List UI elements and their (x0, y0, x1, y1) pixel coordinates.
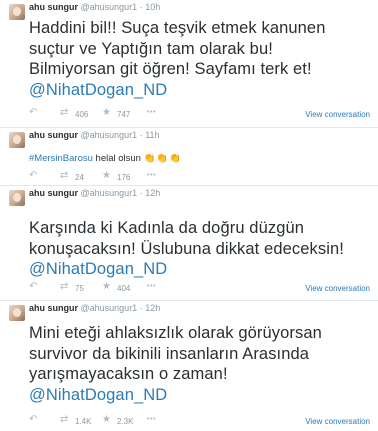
user-name[interactable]: ahu sungur (29, 130, 78, 140)
tweet-header: ahu sungur @ahusungur1 · 12h (29, 188, 160, 198)
user-handle[interactable]: @ahusungur1 (81, 2, 138, 12)
avatar[interactable] (9, 190, 25, 206)
tweet-line: konuşacaksın! Üslubuna dikkat edeceksin! (29, 239, 344, 258)
tweet[interactable]: ahu sungur @ahusungur1 · 12h Karşında ki… (0, 185, 378, 300)
user-handle[interactable]: @ahusungur1 (81, 303, 138, 313)
more-button[interactable] (146, 282, 156, 293)
view-conversation-link[interactable]: View conversation (305, 417, 370, 426)
tweet-line: Karşında ki Kadınla da doğru düzgün (29, 219, 305, 237)
retweet-icon (60, 107, 70, 119)
reply-icon (29, 170, 39, 182)
reply-button[interactable] (29, 107, 39, 119)
tweet-time[interactable]: · 11h (140, 130, 160, 140)
tweet-text: Mini eteği ahlaksızlık olarak görüyorsan… (29, 323, 374, 405)
reply-icon (29, 107, 39, 119)
favorite-count: 747 (117, 110, 131, 119)
more-icon (146, 415, 156, 426)
mention-link[interactable]: @NihatDogan_ND (29, 259, 374, 280)
tweet-line: Mini eteği ahlaksızlık olarak görüyorsan (29, 324, 322, 342)
tweet-header: ahu sungur @ahusungur1 · 11h (29, 130, 160, 140)
more-button[interactable] (146, 171, 156, 182)
tweet[interactable]: ahu sungur @ahusungur1 · 12h Mini eteği … (0, 300, 378, 431)
tweet-time[interactable]: · 12h (140, 303, 161, 313)
user-handle[interactable]: @ahusungur1 (81, 130, 138, 140)
avatar[interactable] (9, 4, 25, 20)
reply-button[interactable] (29, 414, 39, 426)
retweet-count: 24 (75, 173, 84, 182)
retweet-button[interactable]: 24 (60, 170, 84, 182)
retweet-icon (60, 170, 70, 182)
more-icon (146, 171, 156, 182)
tweet-header: ahu sungur @ahusungur1 · 12h (29, 303, 160, 313)
avatar[interactable] (9, 305, 25, 321)
tweet-text: #MersinBarosu helal olsun 👏👏👏 (29, 153, 374, 165)
star-icon (102, 170, 112, 182)
more-icon (146, 108, 156, 119)
retweet-count: 406 (75, 110, 89, 119)
tweet-line: survivor da bikinili insanların Arasında (29, 344, 310, 363)
retweet-button[interactable]: 406 (60, 107, 89, 119)
tweet-line: suçtur ve Yaptığın tam olarak bu! (29, 39, 273, 58)
retweet-icon (60, 414, 70, 426)
avatar[interactable] (9, 132, 25, 148)
favorite-count: 404 (117, 284, 131, 293)
tweet-line: Haddini bil!! Suça teşvik etmek kanunen (29, 19, 326, 37)
reply-icon (29, 281, 39, 293)
star-icon (102, 414, 112, 426)
retweet-button[interactable]: 75 (60, 281, 84, 293)
reply-button[interactable] (29, 281, 39, 293)
tweet[interactable]: ahu sungur @ahusungur1 · 10h Haddini bil… (0, 0, 378, 127)
favorite-button[interactable]: 176 (102, 170, 131, 182)
favorite-count: 2.3K (117, 417, 134, 426)
star-icon (102, 107, 112, 119)
clapping-hands-emoji: 👏👏👏 (143, 153, 183, 164)
favorite-button[interactable]: 404 (102, 281, 131, 293)
tweet-text: Karşında ki Kadınla da doğru düzgün konu… (29, 218, 374, 280)
user-name[interactable]: ahu sungur (29, 303, 78, 313)
retweet-button[interactable]: 1.4K (60, 414, 92, 426)
mention-link[interactable]: @NihatDogan_ND (29, 385, 374, 406)
view-conversation-link[interactable]: View conversation (305, 110, 370, 119)
tweet[interactable]: ahu sungur @ahusungur1 · 11h #MersinBaro… (0, 127, 378, 185)
tweet-line: helal olsun (92, 153, 144, 164)
tweet-line: yarışmayacaksın o zaman! (29, 365, 228, 383)
favorite-count: 176 (117, 173, 131, 182)
reply-icon (29, 414, 39, 426)
hashtag-link[interactable]: #MersinBarosu (29, 153, 93, 164)
tweet-time[interactable]: · 12h (140, 188, 161, 198)
user-handle[interactable]: @ahusungur1 (81, 188, 138, 198)
favorite-button[interactable]: 2.3K (102, 414, 134, 426)
more-button[interactable] (146, 415, 156, 426)
tweet-header: ahu sungur @ahusungur1 · 10h (29, 2, 160, 12)
retweet-icon (60, 281, 70, 293)
tweet-line: Bilmiyorsan git öğren! Sayfamı terk et! (29, 60, 312, 78)
tweet-time[interactable]: · 10h (140, 2, 161, 12)
retweet-count: 1.4K (75, 417, 92, 426)
tweet-text: Haddini bil!! Suça teşvik etmek kanunen … (29, 18, 374, 100)
more-icon (146, 282, 156, 293)
more-button[interactable] (146, 108, 156, 119)
view-conversation-link[interactable]: View conversation (305, 284, 370, 293)
star-icon (102, 281, 112, 293)
retweet-count: 75 (75, 284, 84, 293)
reply-button[interactable] (29, 170, 39, 182)
user-name[interactable]: ahu sungur (29, 2, 78, 12)
mention-link[interactable]: @NihatDogan_ND (29, 80, 374, 101)
favorite-button[interactable]: 747 (102, 107, 131, 119)
user-name[interactable]: ahu sungur (29, 188, 78, 198)
